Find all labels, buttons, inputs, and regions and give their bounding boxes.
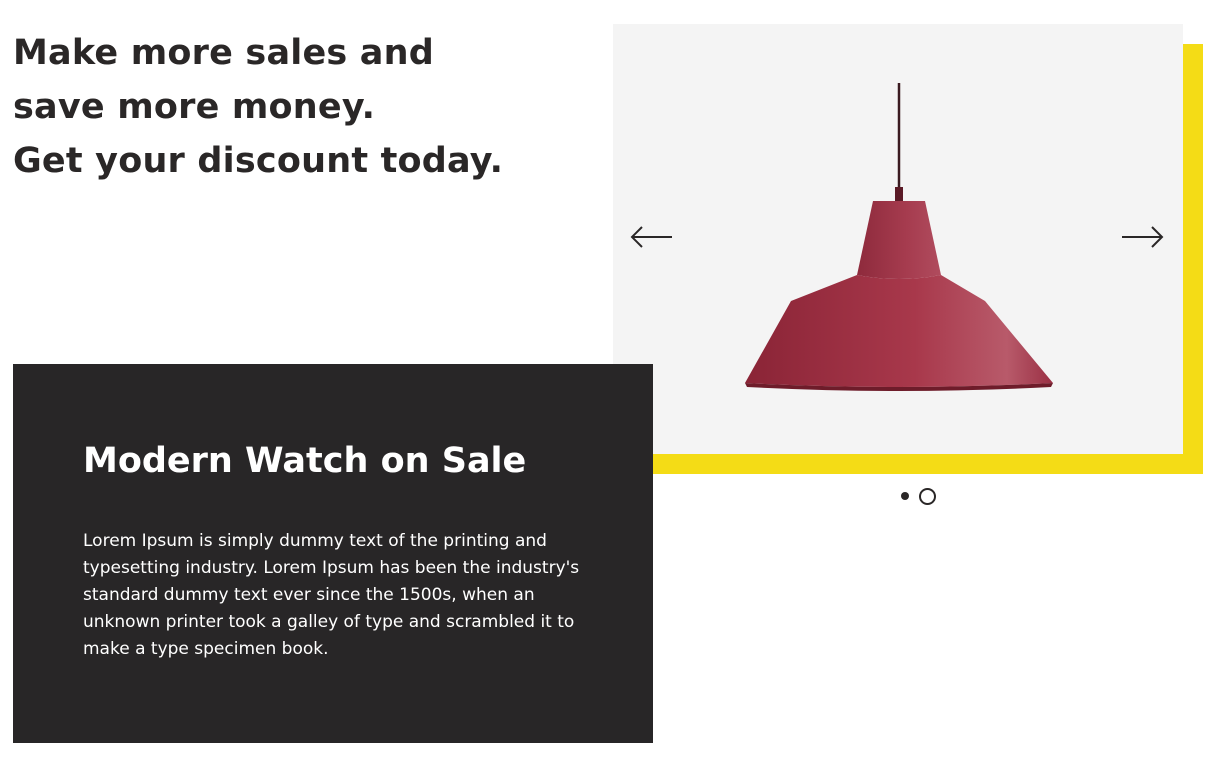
headline-line-3: Get your discount today. — [13, 141, 504, 181]
hero-headline: Make more sales and save more money. Get… — [13, 26, 573, 188]
headline-line-2: save more money. — [13, 87, 376, 127]
promo-card: Modern Watch on Sale Lorem Ipsum is simp… — [13, 364, 653, 743]
headline-line-1: Make more sales and — [13, 33, 434, 73]
pendant-lamp-image — [745, 83, 1053, 391]
carousel-dot-2[interactable] — [919, 488, 936, 505]
promo-card-body: Lorem Ipsum is simply dummy text of the … — [83, 531, 580, 659]
carousel-dot-1[interactable] — [901, 492, 909, 500]
page: Make more sales and save more money. Get… — [0, 0, 1223, 757]
carousel-dots — [898, 487, 938, 505]
carousel-next-arrow-icon[interactable] — [1120, 222, 1164, 252]
promo-card-title: Modern Watch on Sale — [83, 441, 527, 481]
carousel-prev-arrow-icon[interactable] — [630, 222, 674, 252]
carousel-slide — [613, 24, 1183, 454]
